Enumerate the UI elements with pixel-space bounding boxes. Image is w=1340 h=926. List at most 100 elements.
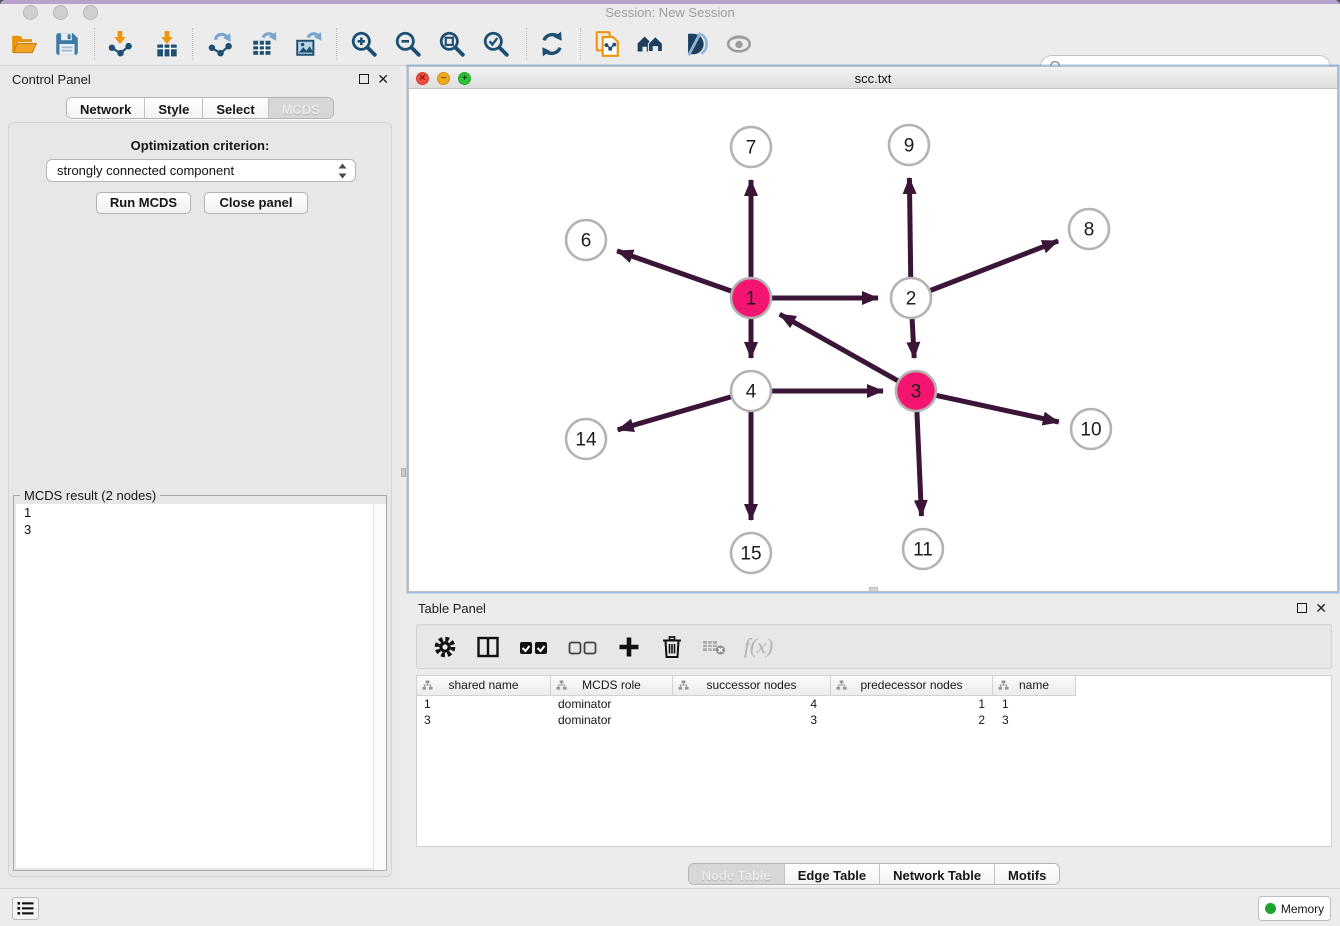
tab-select[interactable]: Select xyxy=(203,98,268,118)
refresh-view-icon[interactable] xyxy=(535,27,569,61)
memory-button[interactable]: Memory xyxy=(1258,896,1331,921)
column-type-icon xyxy=(678,680,689,691)
export-image-icon[interactable] xyxy=(291,27,325,61)
graph-node-label: 6 xyxy=(581,231,592,252)
tab-edge-table[interactable]: Edge Table xyxy=(785,864,880,884)
graph-node-label: 11 xyxy=(913,540,933,561)
graph-node-label: 7 xyxy=(746,138,757,159)
criterion-dropdown[interactable]: strongly connected component xyxy=(46,159,356,182)
show-column-panel-icon[interactable] xyxy=(474,633,502,661)
column-type-icon xyxy=(556,680,567,691)
table-panel-title: Table Panel xyxy=(418,601,486,616)
mcds-result-title: MCDS result (2 nodes) xyxy=(20,488,160,503)
tab-network-table[interactable]: Network Table xyxy=(880,864,995,884)
float-panel-icon[interactable] xyxy=(359,74,369,84)
result-list-item[interactable]: 1 xyxy=(16,504,384,521)
window-titlebar: Session: New Session xyxy=(0,0,1340,22)
memory-label: Memory xyxy=(1281,902,1324,916)
graph-edge-2-8[interactable] xyxy=(911,241,1058,298)
column-type-icon xyxy=(836,680,847,691)
graph-node-label: 14 xyxy=(575,430,597,451)
zoom-selected-icon[interactable] xyxy=(479,27,513,61)
run-mcds-button[interactable]: Run MCDS xyxy=(96,192,191,214)
clone-network-icon[interactable] xyxy=(590,27,624,61)
network-canvas[interactable]: 7 9 6 8 1 2 4 3 14 10 15 11 xyxy=(409,89,1337,591)
hide-graphics-details-icon[interactable] xyxy=(677,27,711,61)
zoom-in-icon[interactable] xyxy=(347,27,381,61)
tab-style[interactable]: Style xyxy=(145,98,203,118)
table-tabs: Node TableEdge TableNetwork TableMotifs xyxy=(408,863,1340,885)
control-panel-header: Control Panel ✕ xyxy=(0,66,400,92)
graph-node-7[interactable]: 7 xyxy=(731,127,771,167)
graph-node-label: 8 xyxy=(1084,220,1095,241)
export-table-icon[interactable] xyxy=(247,27,281,61)
graph-edge-3-10[interactable] xyxy=(916,391,1059,422)
graph-node-6[interactable]: 6 xyxy=(566,220,606,260)
table-settings-icon[interactable] xyxy=(431,633,459,661)
graph-node-8[interactable]: 8 xyxy=(1069,209,1109,249)
tab-network[interactable]: Network xyxy=(67,98,145,118)
graph-node-11[interactable]: 11 xyxy=(903,529,943,569)
graph-node-9[interactable]: 9 xyxy=(889,125,929,165)
graph-node-label: 15 xyxy=(740,544,761,565)
graph-node-2[interactable]: 2 xyxy=(891,278,931,318)
graph-node-3[interactable]: 3 xyxy=(896,371,936,411)
graph-node-14[interactable]: 14 xyxy=(566,419,606,459)
mcds-result-list[interactable]: 13 xyxy=(16,504,384,868)
result-list-item[interactable]: 3 xyxy=(16,521,384,538)
function-builder-icon[interactable]: f(x) xyxy=(744,634,773,659)
task-history-button[interactable] xyxy=(12,897,39,920)
network-view-window: ✕ − + scc.txt 7 9 6 8 1 2 4 3 14 10 15 11 xyxy=(408,66,1338,592)
close-panel-icon[interactable]: ✕ xyxy=(377,71,389,88)
tab-motifs[interactable]: Motifs xyxy=(995,864,1059,884)
export-network-icon[interactable] xyxy=(203,27,237,61)
graph-node-4[interactable]: 4 xyxy=(731,371,771,411)
result-scrollbar[interactable] xyxy=(373,504,386,870)
tab-node-table[interactable]: Node Table xyxy=(689,864,785,884)
select-all-columns-icon[interactable] xyxy=(517,633,551,661)
column-type-icon xyxy=(998,680,1009,691)
graph-node-label: 3 xyxy=(911,382,922,403)
tab-mcds[interactable]: MCDS xyxy=(269,98,333,118)
graph-node-1[interactable]: 1 xyxy=(731,278,771,318)
table-row[interactable]: 3dominator323 xyxy=(417,712,1076,728)
close-table-panel-icon[interactable]: ✕ xyxy=(1315,600,1327,617)
table-row[interactable]: 1dominator411 xyxy=(417,696,1076,712)
toolbar-separator xyxy=(94,28,95,60)
table-cell: dominator xyxy=(551,696,673,712)
show-graphics-details-icon[interactable] xyxy=(722,27,756,61)
close-panel-button[interactable]: Close panel xyxy=(204,192,308,214)
delete-table-icon[interactable] xyxy=(701,633,729,661)
deselect-all-columns-icon[interactable] xyxy=(566,633,600,661)
save-session-icon[interactable] xyxy=(50,27,84,61)
graph-node-label: 10 xyxy=(1080,420,1101,441)
open-session-icon[interactable] xyxy=(7,27,41,61)
column-header-MCDS-role[interactable]: MCDS role xyxy=(551,676,673,695)
panel-splitter-vertical[interactable] xyxy=(400,66,408,888)
main-toolbar xyxy=(0,22,1340,66)
column-header-predecessor-nodes[interactable]: predecessor nodes xyxy=(831,676,993,695)
node-table-header: shared nameMCDS rolesuccessor nodesprede… xyxy=(417,676,1076,696)
delete-column-icon[interactable] xyxy=(658,633,686,661)
splitter-handle[interactable] xyxy=(401,468,406,477)
first-neighbors-icon[interactable] xyxy=(633,27,667,61)
graph-node-10[interactable]: 10 xyxy=(1071,409,1111,449)
import-network-icon[interactable] xyxy=(103,27,137,61)
network-resize-handle[interactable] xyxy=(869,587,878,592)
window-title: Session: New Session xyxy=(0,5,1340,20)
table-cell: 3 xyxy=(993,712,1076,728)
add-column-icon[interactable] xyxy=(615,633,643,661)
network-window-titlebar[interactable]: ✕ − + scc.txt xyxy=(409,67,1337,89)
graph-edge-3-1[interactable] xyxy=(780,314,916,391)
zoom-fit-icon[interactable] xyxy=(435,27,469,61)
float-table-panel-icon[interactable] xyxy=(1297,603,1307,613)
node-table-body: 1dominator4113dominator323 xyxy=(417,696,1331,728)
column-header-shared-name[interactable]: shared name xyxy=(417,676,551,695)
mcds-result-group: MCDS result (2 nodes) 13 xyxy=(13,495,387,871)
zoom-out-icon[interactable] xyxy=(391,27,425,61)
column-header-successor-nodes[interactable]: successor nodes xyxy=(673,676,831,695)
column-header-name[interactable]: name xyxy=(993,676,1076,695)
graph-node-15[interactable]: 15 xyxy=(731,533,771,573)
table-cell: 1 xyxy=(831,696,993,712)
import-table-icon[interactable] xyxy=(150,27,184,61)
